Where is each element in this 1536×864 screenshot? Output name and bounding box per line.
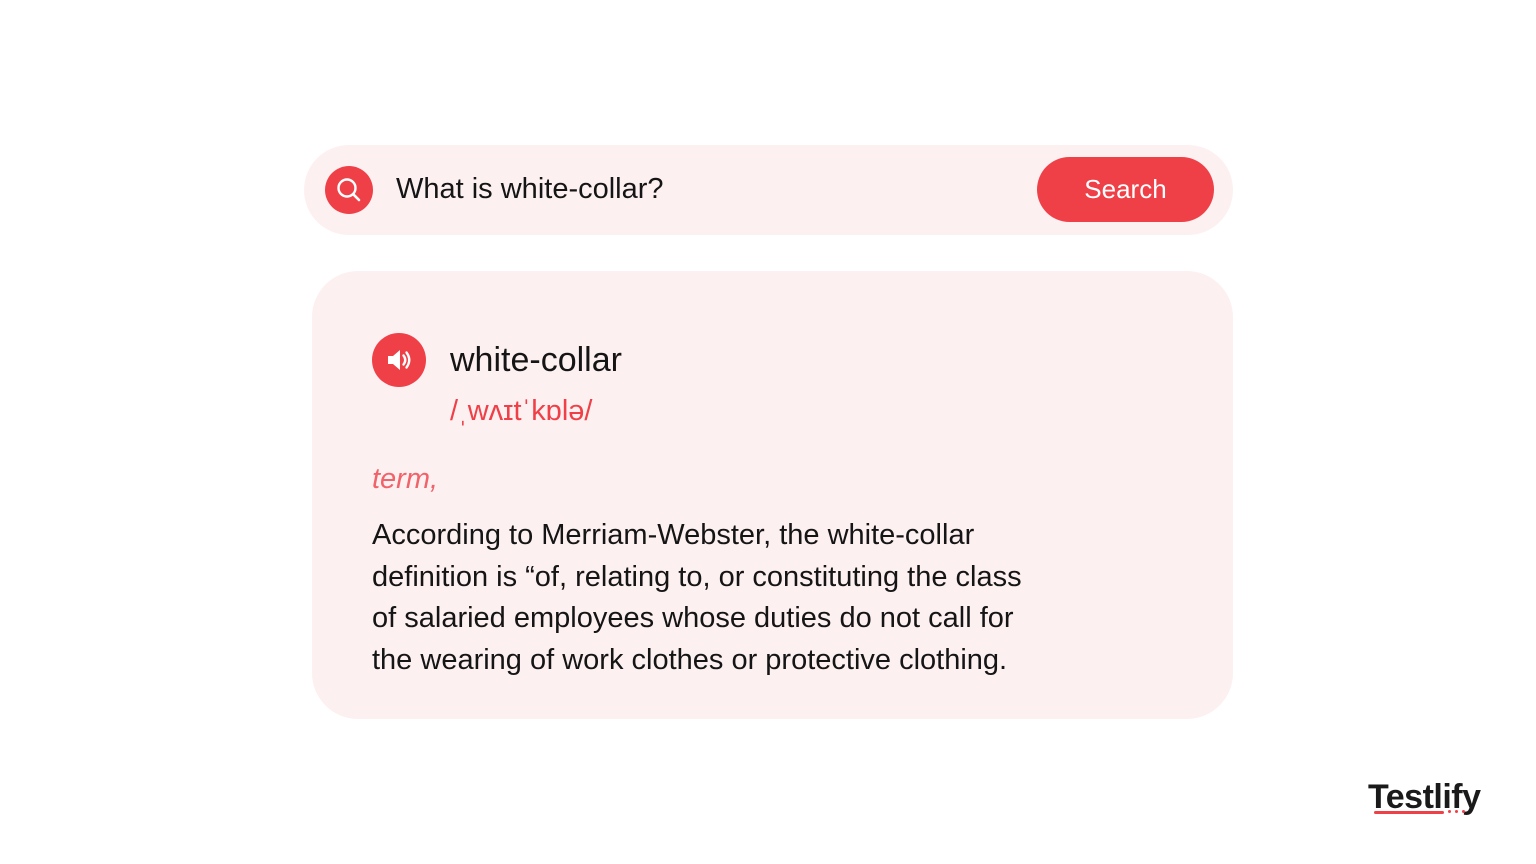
part-of-speech: term, (372, 463, 439, 495)
search-icon[interactable] (325, 166, 373, 214)
logo-dots (1448, 810, 1465, 813)
search-bar: Search (304, 145, 1233, 235)
definition-line: According to Merriam-Webster, the white-… (372, 519, 975, 551)
entry-word: white-collar (450, 341, 622, 379)
speaker-icon[interactable] (372, 333, 426, 387)
definition-line: of salaried employees whose duties do no… (372, 602, 1014, 634)
pronunciation: /ˌwʌɪtˈkɒlə/ (450, 395, 593, 427)
definition-text: According to Merriam-Webster, the white-… (372, 515, 1172, 681)
definition-card: white-collar /ˌwʌɪtˈkɒlə/ term, Accordin… (312, 271, 1233, 719)
definition-line: definition is “of, relating to, or const… (372, 560, 1022, 593)
search-input[interactable] (396, 167, 1016, 211)
search-button[interactable]: Search (1037, 157, 1214, 222)
definition-line: the wearing of work clothes or protectiv… (372, 643, 1008, 676)
logo-underline (1374, 811, 1444, 814)
